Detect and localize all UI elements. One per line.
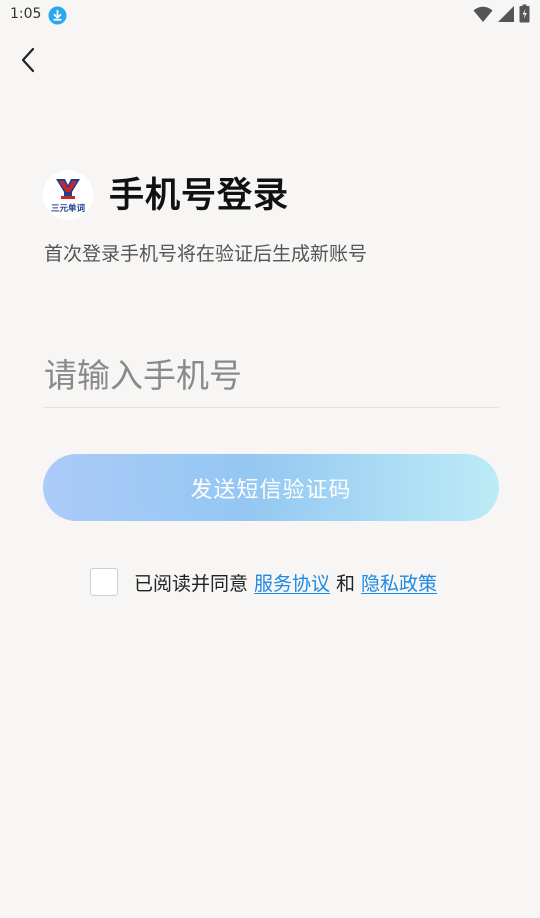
agree-checkbox[interactable] <box>90 568 118 596</box>
app-logo-image: 三元单词 <box>43 170 93 220</box>
app-logo: 三元单词 <box>43 170 93 220</box>
terms-link[interactable]: 服务协议 <box>254 569 330 596</box>
signal-icon <box>498 5 514 22</box>
chevron-left-icon <box>21 47 35 73</box>
agreement-row: 已阅读并同意 服务协议 和 隐私政策 <box>90 566 437 598</box>
battery-icon <box>519 4 530 23</box>
privacy-link[interactable]: 隐私政策 <box>361 569 437 596</box>
back-button[interactable] <box>12 42 44 78</box>
logo-text: 三元单词 <box>51 203 86 214</box>
status-time: 1:05 <box>10 6 42 22</box>
send-code-button[interactable]: 发送短信验证码 <box>43 454 499 521</box>
status-icons <box>473 4 530 23</box>
page-subtitle: 首次登录手机号将在验证后生成新账号 <box>44 243 368 265</box>
wifi-icon <box>473 6 493 22</box>
download-icon <box>48 6 67 25</box>
agreement-prefix: 已阅读并同意 <box>134 572 249 595</box>
phone-input[interactable] <box>43 350 499 408</box>
page-title: 手机号登录 <box>109 176 290 216</box>
status-bar: 1:05 <box>0 0 540 30</box>
agreement-conjunction: 和 <box>336 572 356 595</box>
